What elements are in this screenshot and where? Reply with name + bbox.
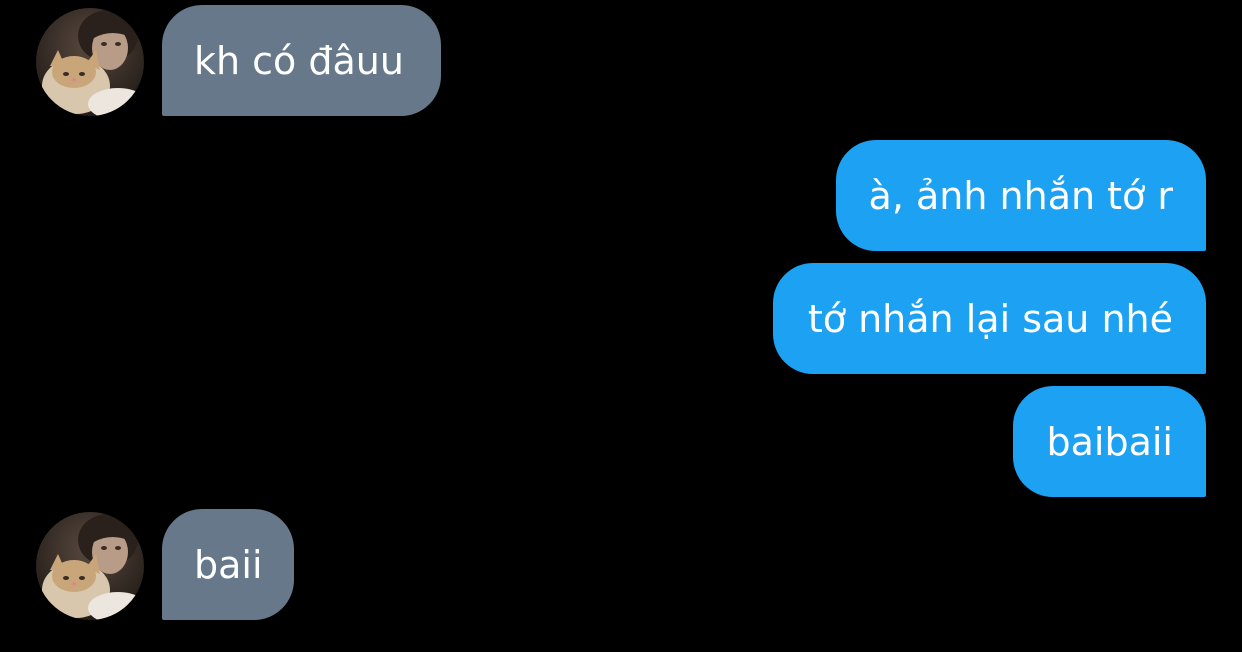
conversation-thread: kh có đâuu à, ảnh nhắn tớ r tớ nhắn lại … xyxy=(0,0,1242,652)
person-with-cat-icon xyxy=(36,512,144,620)
outgoing-message-bubble[interactable]: baibaii xyxy=(1013,386,1206,497)
contact-avatar[interactable] xyxy=(36,8,144,116)
contact-avatar[interactable] xyxy=(36,512,144,620)
message-text: baibaii xyxy=(1046,419,1174,464)
incoming-message-bubble[interactable]: kh có đâuu xyxy=(162,5,441,116)
message-text: à, ảnh nhắn tớ r xyxy=(868,173,1173,218)
message-text: kh có đâuu xyxy=(194,38,404,83)
incoming-message-bubble[interactable]: baii xyxy=(162,509,294,620)
message-text: baii xyxy=(194,542,263,587)
person-with-cat-icon xyxy=(36,8,144,116)
message-text: tớ nhắn lại sau nhé xyxy=(807,296,1173,341)
outgoing-message-bubble[interactable]: tớ nhắn lại sau nhé xyxy=(773,263,1206,374)
outgoing-message-bubble[interactable]: à, ảnh nhắn tớ r xyxy=(836,140,1206,251)
